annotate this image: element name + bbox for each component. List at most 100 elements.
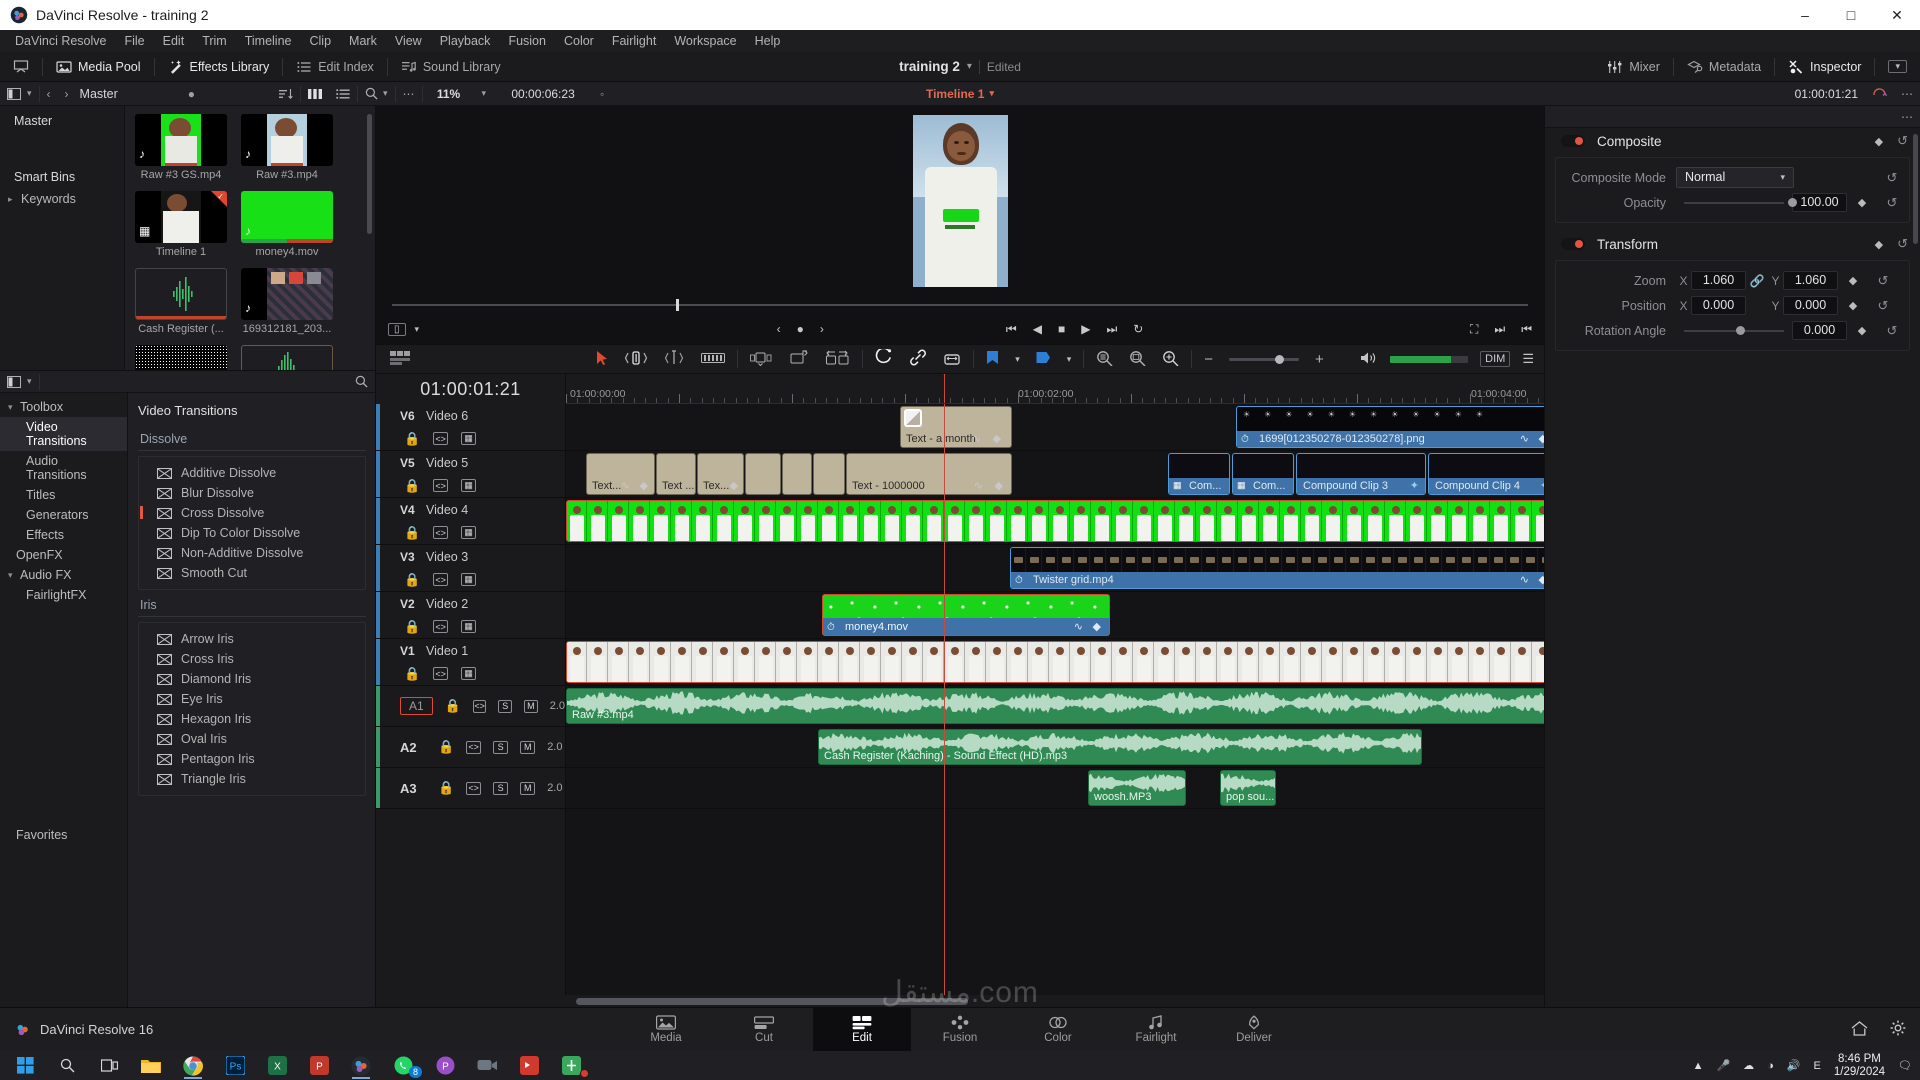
composite-mode-reset[interactable]: ↺ — [1877, 170, 1907, 186]
edit-index-button[interactable]: Edit Index — [283, 52, 387, 82]
media-pool-button[interactable]: Media Pool — [43, 52, 154, 82]
taskbar-app-red[interactable] — [508, 1051, 550, 1080]
loop-playback-button[interactable]: ↻ — [1133, 322, 1143, 336]
timeline-clip-woosh[interactable]: woosh.MP3 — [1088, 770, 1186, 806]
lock-icon[interactable]: 🔒 — [438, 739, 454, 755]
snapping-button[interactable] — [750, 350, 774, 369]
keyframe-icon[interactable]: ◆ — [1539, 432, 1544, 445]
track-header-v4[interactable]: V4 Video 4 🔒 <> ▦ — [376, 498, 565, 545]
mixer-button[interactable]: Mixer — [1594, 52, 1673, 82]
video-enable-icon[interactable]: ▦ — [461, 620, 477, 633]
keyframe-curve-icon[interactable]: ∿ — [974, 479, 983, 492]
fusion-effect-icon[interactable]: ✦ — [1410, 479, 1419, 492]
chevron-down-icon[interactable]: ▾ — [415, 324, 420, 335]
menu-fusion[interactable]: Fusion — [499, 32, 555, 50]
position-keyframe-icon[interactable]: ◆ — [1838, 299, 1868, 312]
track-header-v2[interactable]: V2 Video 2 🔒 <> ▦ — [376, 592, 565, 639]
flag-button[interactable] — [875, 347, 893, 369]
track-lane-v5[interactable]: Text... ∿ ◆ Text ... Tex... ◆ Text - 100… — [566, 451, 1544, 498]
effect-blur-dissolve[interactable]: Blur Dissolve — [139, 483, 365, 503]
bin-keywords[interactable]: ▸ Keywords — [0, 188, 124, 210]
reverse-play-button[interactable]: ◀ — [1033, 322, 1042, 336]
menu-timeline[interactable]: Timeline — [236, 32, 301, 50]
dynamic-trim-mode-button[interactable] — [663, 349, 685, 369]
keyframe-icon[interactable]: ◆ — [1093, 620, 1101, 633]
zoom-x-value[interactable]: 1.060 — [1691, 271, 1746, 290]
razor-edit-mode-button[interactable] — [701, 351, 726, 368]
maximize-button[interactable]: □ — [1828, 0, 1874, 30]
position-y-value[interactable]: 0.000 — [1783, 296, 1838, 315]
video-enable-icon[interactable]: ▦ — [461, 479, 477, 492]
opacity-slider[interactable] — [1684, 197, 1797, 207]
page-deliver[interactable]: Deliver — [1205, 1008, 1303, 1052]
track-gain[interactable]: 2.0 — [547, 782, 562, 794]
opacity-reset[interactable]: ↺ — [1877, 195, 1907, 211]
auto-select-icon[interactable]: <> — [433, 573, 449, 586]
position-reset[interactable]: ↺ — [1868, 298, 1898, 314]
zoom-full-button[interactable] — [1129, 350, 1146, 369]
effect-arrow-iris[interactable]: Arrow Iris — [139, 629, 365, 649]
rotation-slider-knob[interactable] — [1736, 325, 1745, 335]
next-edit-button[interactable]: ⏭ — [1494, 322, 1505, 337]
keyframe-icon[interactable]: ◆ — [640, 479, 648, 492]
auto-select-icon[interactable]: <> — [433, 526, 449, 539]
track-lane-v2[interactable]: money4.mov ⏱ ∿ ◆ — [566, 592, 1544, 639]
inspector-section-transform[interactable]: Transform ◆ ↺ — [1545, 231, 1920, 257]
timeline-clip-compound-3[interactable]: Compound Clip 3 ✦ — [1296, 453, 1426, 495]
keyframe-curve-icon[interactable]: ∿ — [972, 432, 981, 445]
scrollbar-thumb[interactable] — [576, 997, 968, 1005]
timeline-clip-cash-register[interactable]: Cash Register (Kaching) - Sound Effect (… — [818, 729, 1422, 765]
keyframe-icon[interactable]: ◆ — [1539, 573, 1544, 586]
timeline-clip-text-a-month[interactable]: Text - a month ∿ ◆ — [900, 406, 1012, 448]
rotation-slider[interactable] — [1684, 325, 1784, 335]
media-clip-169312181[interactable]: ♪ 169312181_203... — [241, 268, 333, 335]
track-gain[interactable]: 2.0 — [550, 700, 565, 712]
flag-color-button[interactable] — [986, 350, 999, 369]
solo-button[interactable]: S — [493, 740, 509, 754]
notification-center-icon[interactable]: 🗨 — [1898, 1059, 1912, 1072]
trim-edit-mode-button[interactable] — [625, 350, 648, 369]
menu-edit[interactable]: Edit — [154, 32, 194, 50]
playhead-handle[interactable] — [938, 374, 951, 375]
zoom-fit-button[interactable] — [1096, 350, 1113, 369]
timeline-clip-text-4[interactable] — [745, 453, 781, 495]
opacity-slider-knob[interactable] — [1788, 197, 1797, 207]
media-pool-scrollbar[interactable] — [367, 114, 372, 234]
media-clip-raw3gs[interactable]: ♪ Raw #3 GS.mp4 — [135, 114, 227, 181]
keyframe-curve-icon[interactable]: ∿ — [1520, 573, 1529, 586]
track-lane-v4[interactable]: Raw #3 GS.mp4 — [566, 498, 1544, 545]
video-enable-icon[interactable]: ▦ — [461, 432, 477, 445]
lock-icon[interactable]: 🔒 — [438, 780, 454, 796]
lock-icon[interactable]: 🔒 — [404, 478, 420, 494]
timeline-clip-text-6[interactable] — [813, 453, 845, 495]
keyframe-icon[interactable]: ◆ — [1875, 135, 1883, 148]
minimize-button[interactable]: – — [1782, 0, 1828, 30]
lock-icon[interactable]: 🔒 — [404, 572, 420, 588]
auto-select-icon[interactable]: <> — [466, 740, 482, 754]
menu-file[interactable]: File — [115, 32, 153, 50]
scrubber-playhead[interactable] — [676, 299, 679, 311]
tree-openfx[interactable]: OpenFX — [0, 545, 127, 565]
timeline-clip-compound-2[interactable]: Com... ▦ — [1232, 453, 1294, 495]
taskbar-file-explorer[interactable] — [130, 1051, 172, 1080]
taskview-button[interactable] — [88, 1051, 130, 1080]
effects-library-button[interactable]: Effects Library — [155, 52, 283, 82]
lock-icon[interactable]: 🔒 — [404, 666, 420, 682]
timeline-clip-audio-raw3[interactable]: Raw #3.mp4 — [566, 688, 1544, 724]
opacity-keyframe-icon[interactable]: ◆ — [1847, 196, 1877, 209]
fullscreen-button[interactable]: ⛶ — [1470, 322, 1478, 337]
track-lane-v6[interactable]: Text - a month ∿ ◆ ☀ ☀ ☀ ☀ ☀ ☀ ☀ ☀ ☀ ☀ ☀ ☀ — [566, 404, 1544, 451]
close-button[interactable]: ✕ — [1874, 0, 1920, 30]
timeline-clip-text-1[interactable]: Text... ∿ ◆ — [586, 453, 655, 495]
menu-trim[interactable]: Trim — [193, 32, 236, 50]
timeline-clip-compound-1[interactable]: Com... ▦ — [1168, 453, 1230, 495]
bin-smart-bins[interactable]: Smart Bins — [0, 166, 124, 188]
zoom-keyframe-icon[interactable]: ◆ — [1838, 274, 1868, 287]
timeline-clip-raw3[interactable]: Raw #3.mp4 — [566, 641, 1544, 683]
taskbar-whatsapp[interactable]: 8 — [382, 1051, 424, 1080]
tree-effects[interactable]: Effects — [0, 525, 127, 545]
taskbar-excel[interactable]: X — [256, 1051, 298, 1080]
taskbar-search-button[interactable] — [46, 1051, 88, 1080]
keyframe-icon[interactable]: ◆ — [995, 479, 1003, 492]
timeline-clip-text-5[interactable] — [782, 453, 812, 495]
